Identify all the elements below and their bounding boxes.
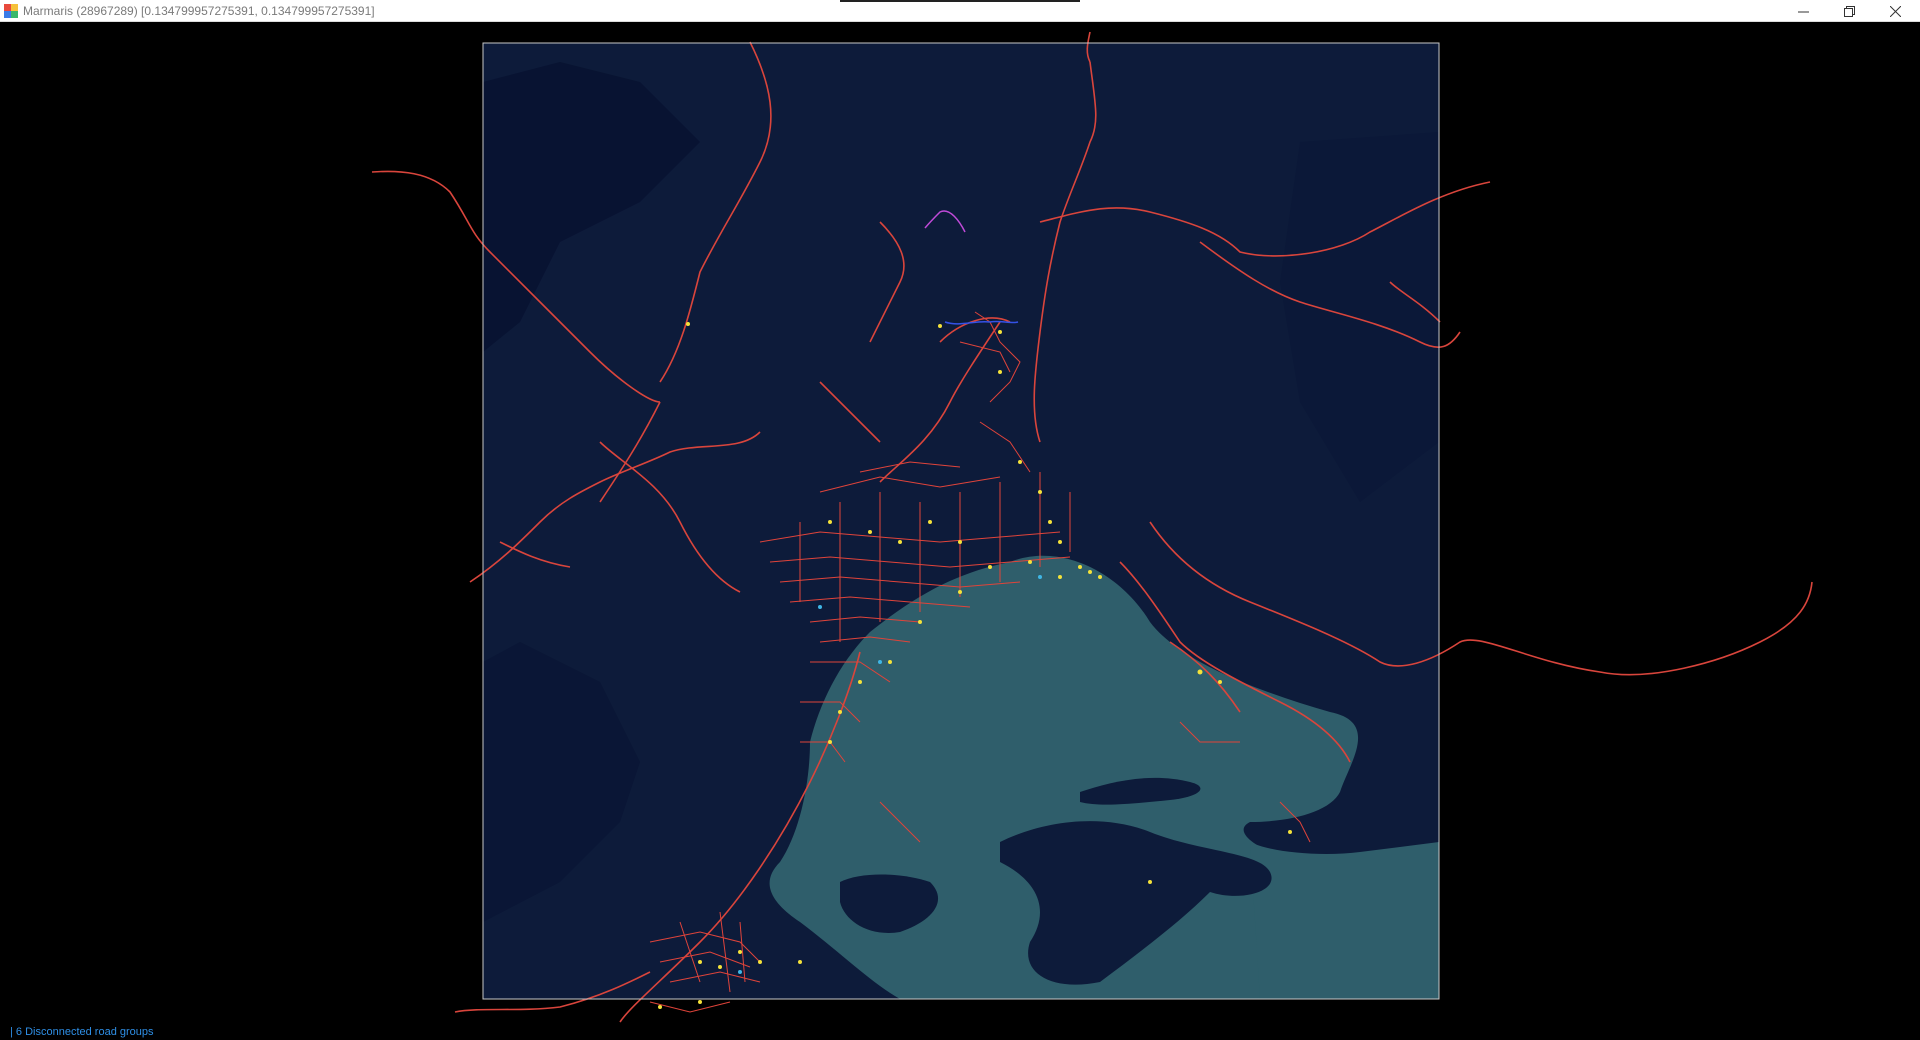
restore-icon	[1843, 5, 1855, 17]
minimize-button[interactable]	[1780, 0, 1826, 22]
map-canvas[interactable]	[0, 22, 1920, 1040]
outer-sea	[1250, 842, 1439, 999]
status-text: | 6 Disconnected road groups	[10, 1026, 154, 1038]
close-button[interactable]	[1872, 0, 1918, 22]
title-bar: Marmaris (28967289) [0.134799957275391, …	[0, 0, 1920, 22]
close-icon	[1889, 5, 1901, 17]
map-render[interactable]	[0, 22, 1920, 1040]
app-icon	[4, 4, 18, 18]
window-title: Marmaris (28967289) [0.134799957275391, …	[23, 4, 375, 18]
restore-button[interactable]	[1826, 0, 1872, 22]
minimize-icon	[1797, 11, 1809, 12]
title-bar-accent	[840, 0, 1080, 2]
